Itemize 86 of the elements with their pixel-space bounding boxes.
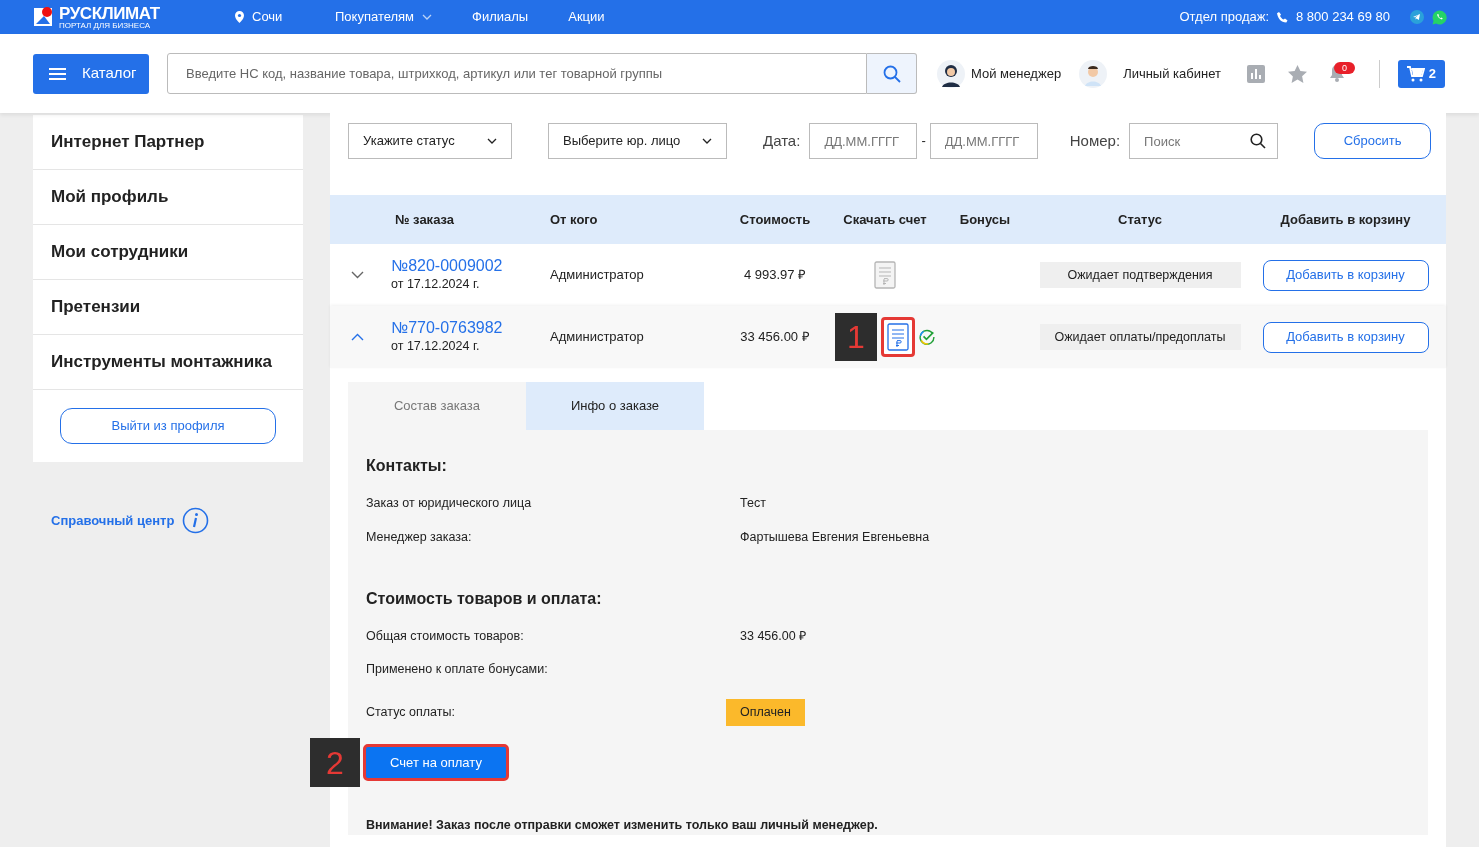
number-search-field[interactable]: Поиск xyxy=(1129,123,1279,159)
date-to-field[interactable]: ДД.ММ.ГГГГ xyxy=(929,123,1038,159)
invoice-button[interactable]: Счет на оплату xyxy=(363,744,509,781)
date-from-field[interactable]: ДД.ММ.ГГГГ xyxy=(809,123,918,159)
order-number-link[interactable]: №770-0763982 xyxy=(391,318,545,338)
chevron-down-icon[interactable] xyxy=(351,271,364,279)
logout-button[interactable]: Выйти из профиля xyxy=(60,408,276,444)
sales-label: Отдел продаж: xyxy=(1179,8,1269,27)
search-button[interactable] xyxy=(867,53,917,94)
cart-button[interactable]: 2 xyxy=(1397,59,1445,88)
details-tab[interactable]: Инфо о заказе xyxy=(526,382,704,430)
help-center-link[interactable]: Справочный центр xyxy=(51,510,175,531)
status-badge: Ожидает подтверждения xyxy=(1039,262,1241,288)
table-cell-text: Администратор xyxy=(549,266,645,285)
field-label: Статус оплаты: xyxy=(366,704,456,722)
manager-link[interactable]: Мой менеджер xyxy=(971,63,1062,84)
sidebar-item[interactable]: Мой профиль xyxy=(33,170,303,225)
logo-icon xyxy=(33,6,55,28)
entity-select[interactable]: Выберите юр. лицо xyxy=(548,123,727,159)
location-pin-icon xyxy=(235,11,244,23)
field-label: Общая стоимость товаров: xyxy=(366,627,525,645)
chevron-down-icon xyxy=(487,138,497,144)
chevron-down-icon xyxy=(702,138,712,144)
order-date: от 17.12.2024 г. xyxy=(391,276,481,294)
field-value: Тест xyxy=(740,495,766,512)
sidebar-item[interactable]: Инструменты монтажника xyxy=(33,335,303,390)
order-number-link[interactable]: №820-0009002 xyxy=(391,256,545,276)
column-header: Добавить в корзину xyxy=(1279,210,1412,229)
logo-name: РУСКЛИМАТ xyxy=(59,4,160,22)
nav-link[interactable]: Покупателям xyxy=(335,7,433,27)
notification-badge: 0 xyxy=(1333,61,1355,74)
search-icon xyxy=(882,64,901,83)
chevron-up-icon[interactable] xyxy=(351,333,364,341)
manager-avatar-icon xyxy=(937,59,965,88)
telegram-icon[interactable] xyxy=(1410,10,1424,24)
field-label: Применено к оплате бонусами: xyxy=(366,661,549,679)
search-icon xyxy=(1250,133,1267,149)
column-header: От кого xyxy=(549,210,599,229)
sidebar-item[interactable]: Претензии xyxy=(33,280,303,335)
city-link[interactable]: Сочи xyxy=(252,7,283,27)
sidebar-item[interactable]: Мои сотрудники xyxy=(33,225,303,280)
table-cell-text: Администратор xyxy=(549,328,645,347)
info-icon xyxy=(182,507,210,534)
field-label: Менеджер заказа: xyxy=(366,528,473,546)
field-label: Заказ от юридического лица xyxy=(366,495,533,512)
chart-icon[interactable] xyxy=(1246,64,1265,83)
phone-icon xyxy=(1277,11,1288,23)
sidebar-item[interactable]: Интернет Партнер xyxy=(33,115,303,170)
add-to-cart-button[interactable]: Добавить в корзину xyxy=(1262,259,1429,291)
reset-button[interactable]: Сбросить xyxy=(1314,123,1432,159)
order-date: от 17.12.2024 г. xyxy=(391,338,481,356)
column-header: Статус xyxy=(1117,210,1163,229)
add-to-cart-button[interactable]: Добавить в корзину xyxy=(1262,321,1429,353)
payment-status-badge: Оплачен xyxy=(726,699,805,726)
date-separator: - xyxy=(921,132,926,151)
column-header: № заказа xyxy=(394,210,456,229)
column-header: Скачать счет xyxy=(842,210,928,229)
logo-tagline: ПОРТАЛ ДЛЯ БИЗНЕСА xyxy=(59,21,152,30)
notice-text: Внимание! Заказ после отправки сможет изменить только ваш личный менеджер. xyxy=(366,817,879,834)
date-label: Дата: xyxy=(763,130,801,151)
callout-marker: 1 xyxy=(835,313,877,361)
table-cell-text: 4 993.97 ₽ xyxy=(742,266,808,285)
details-tab[interactable]: Состав заказа xyxy=(348,382,526,430)
field-value: Фартышева Евгения Евгеньевна xyxy=(740,528,930,546)
nav-link[interactable]: Филиалы xyxy=(472,7,529,27)
menu-icon xyxy=(49,67,66,80)
callout-marker: 2 xyxy=(310,738,360,787)
table-cell-text: 33 456.00 ₽ xyxy=(739,328,811,347)
catalog-button[interactable]: Каталог xyxy=(33,53,149,94)
invoice-download-icon[interactable] xyxy=(881,317,915,357)
cart-icon xyxy=(1406,65,1425,82)
whatsapp-icon[interactable] xyxy=(1432,9,1447,25)
field-value: 33 456.00 ₽ xyxy=(740,627,807,645)
phone-link[interactable]: 8 800 234 69 80 xyxy=(1296,7,1390,27)
column-header: Бонусы xyxy=(958,210,1012,229)
account-link[interactable]: Личный кабинет xyxy=(1123,63,1221,84)
status-select[interactable]: Укажите статус xyxy=(348,123,512,159)
section-heading: Стоимость товаров и оплата: xyxy=(366,588,603,609)
nav-link[interactable]: Акции xyxy=(568,7,605,27)
column-header: Стоимость xyxy=(738,210,812,229)
number-label: Номер: xyxy=(1069,130,1121,151)
status-badge: Ожидает оплаты/предоплаты xyxy=(1039,324,1241,350)
search-field[interactable]: Введите НС код, название товара, штрихкод, артикул или тег товарной группы xyxy=(167,53,867,94)
section-heading: Контакты: xyxy=(366,456,448,476)
star-icon[interactable] xyxy=(1287,64,1307,83)
user-avatar-icon xyxy=(1079,59,1108,88)
